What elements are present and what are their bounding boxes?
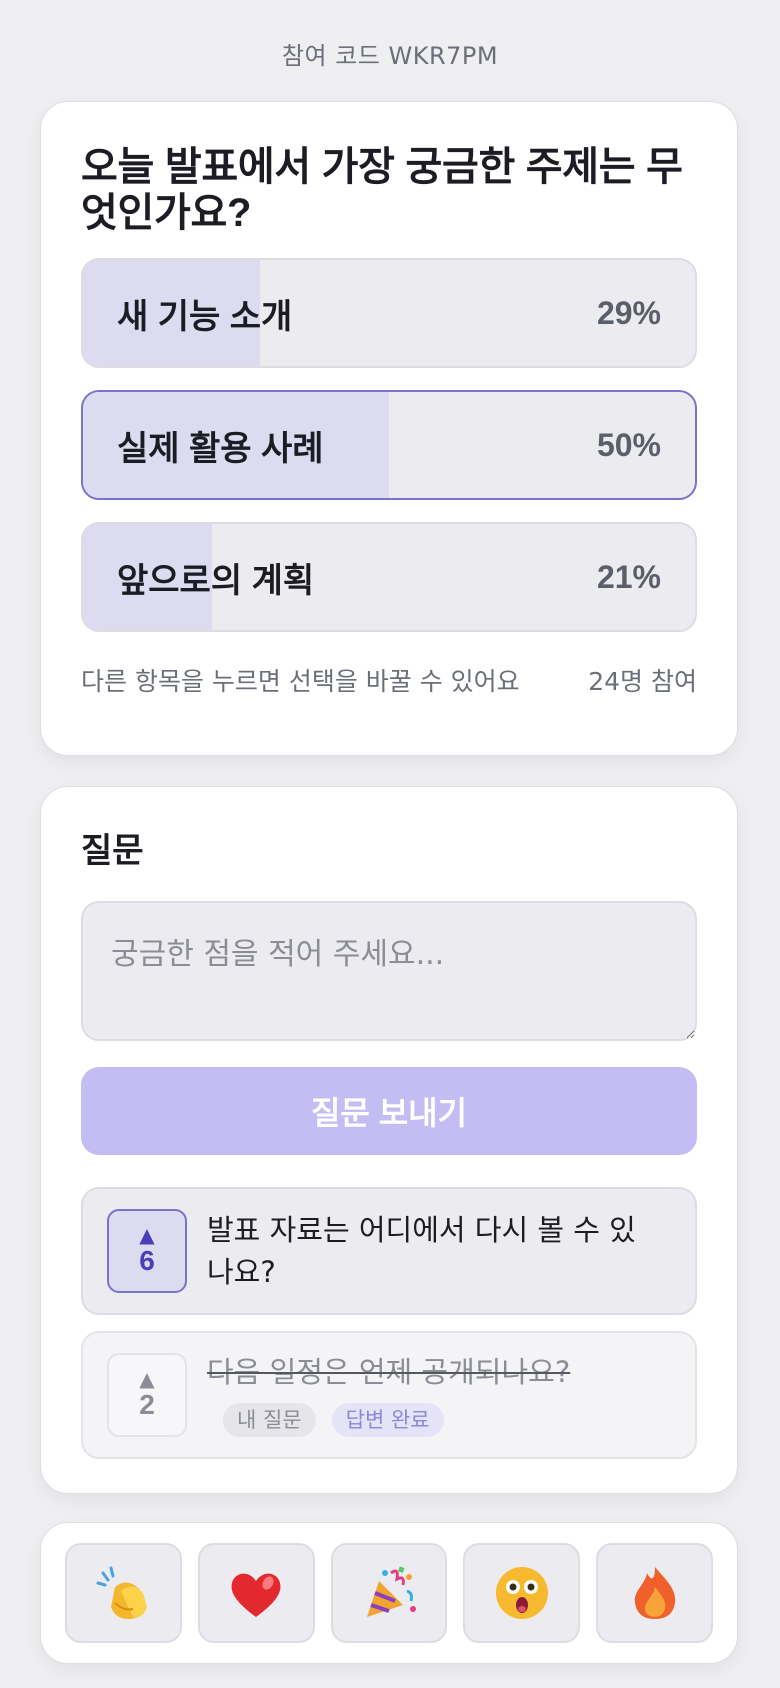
reaction-party-button[interactable]: [330, 1543, 448, 1643]
party-popper-icon: [366, 1566, 416, 1617]
poll-card: 오늘 발표에서 가장 궁금한 주제는 무엇인가요? 새 기능 소개 29% 실제…: [40, 101, 738, 756]
poll-hint: 다른 항목을 누르면 선택을 바꿀 수 있어요: [81, 667, 520, 696]
question-text: 발표 자료는 어디에서 다시 볼 수 있나요?: [207, 1213, 636, 1289]
question-item-answered: ▲ 2 다음 일정은 언제 공개되나요? 내 질문 답변 완료: [81, 1331, 697, 1459]
upvote-arrow-icon: ▲: [139, 1367, 155, 1391]
upvote-button[interactable]: ▲ 6: [107, 1209, 187, 1293]
poll-option-3-label: 앞으로의 계획: [117, 561, 315, 600]
vote-count: 2: [139, 1389, 155, 1420]
answered-badge: 답변 완료: [331, 1403, 444, 1437]
upvote-button[interactable]: ▲ 2: [107, 1353, 187, 1437]
reaction-clap-button[interactable]: [65, 1543, 182, 1643]
send-question-button[interactable]: 질문 보내기: [81, 1067, 697, 1155]
question-item: ▲ 6 발표 자료는 어디에서 다시 볼 수 있나요?: [81, 1187, 697, 1315]
poll-option-1-percent: 29%: [596, 294, 661, 331]
poll-question: 오늘 발표에서 가장 궁금한 주제는 무엇인가요?: [81, 145, 683, 235]
poll-option-2[interactable]: 실제 활용 사례 50%: [81, 390, 697, 500]
question-tags: 내 질문 답변 완료: [223, 1403, 444, 1437]
heart-icon: [231, 1573, 281, 1617]
reaction-surprised-button[interactable]: [463, 1543, 581, 1643]
qa-title: 질문: [81, 832, 144, 870]
poll-footer: 다른 항목을 누르면 선택을 바꿀 수 있어요 24명 참여: [81, 662, 697, 698]
participant-count: 24명 참여: [588, 667, 697, 696]
reaction-bar: [40, 1522, 738, 1664]
question-text: 다음 일정은 언제 공개되나요?: [207, 1355, 571, 1389]
poll-option-3[interactable]: 앞으로의 계획 21%: [81, 522, 697, 632]
reaction-heart-button[interactable]: [197, 1543, 315, 1643]
poll-option-1[interactable]: 새 기능 소개 29%: [81, 258, 697, 368]
upvote-arrow-icon: ▲: [139, 1223, 155, 1247]
poll-option-2-percent: 50%: [596, 426, 661, 463]
poll-option-3-percent: 21%: [596, 558, 661, 595]
question-input[interactable]: [81, 901, 697, 1041]
poll-option-2-label: 실제 활용 사례: [117, 429, 324, 468]
vote-count: 6: [139, 1245, 155, 1276]
surprised-face-icon: [495, 1567, 548, 1619]
qa-card: 질문 질문 보내기 ▲ 6 발표 자료는 어디에서 다시 볼 수 있나요? ▲ …: [40, 786, 738, 1494]
clapping-hands-icon: [96, 1566, 148, 1619]
reaction-fire-button[interactable]: [596, 1543, 713, 1643]
my-question-badge: 내 질문: [223, 1403, 316, 1437]
fire-icon: [634, 1567, 675, 1619]
poll-option-1-label: 새 기능 소개: [117, 297, 293, 336]
join-code: 참여 코드 WKR7PM: [281, 42, 499, 70]
